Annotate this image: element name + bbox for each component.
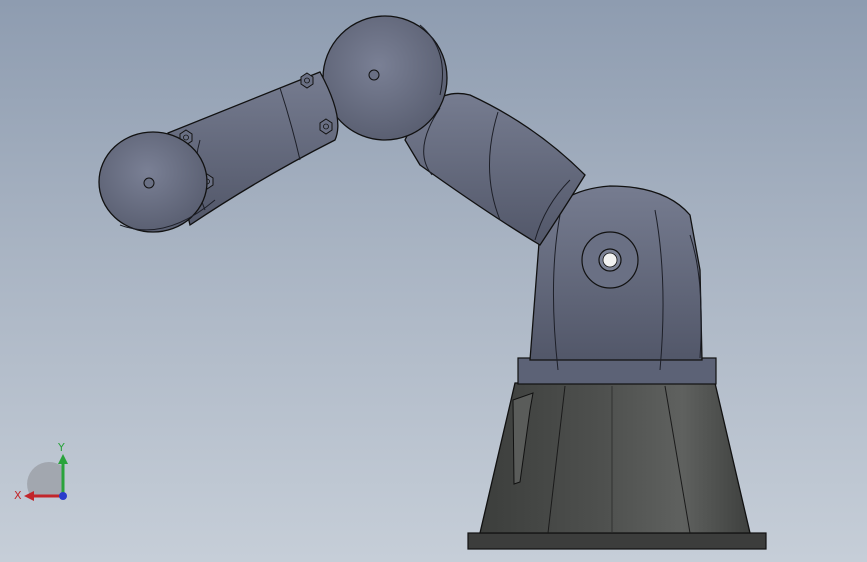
y-axis-label: Y	[57, 441, 65, 454]
base-pedestal[interactable]	[467, 382, 767, 550]
hex-bolt	[300, 72, 314, 89]
graphics-viewport[interactable]: Y X	[0, 0, 867, 562]
reference-triad: Y X	[14, 441, 68, 502]
y-axis-arrowhead	[58, 454, 68, 464]
elbow-joint[interactable]	[322, 15, 448, 141]
robot-arm-model[interactable]	[0, 0, 867, 562]
triad-quadrant	[27, 462, 63, 495]
hex-bolt	[319, 118, 333, 135]
z-axis-origin	[59, 492, 67, 500]
x-axis-label: X	[14, 489, 22, 502]
